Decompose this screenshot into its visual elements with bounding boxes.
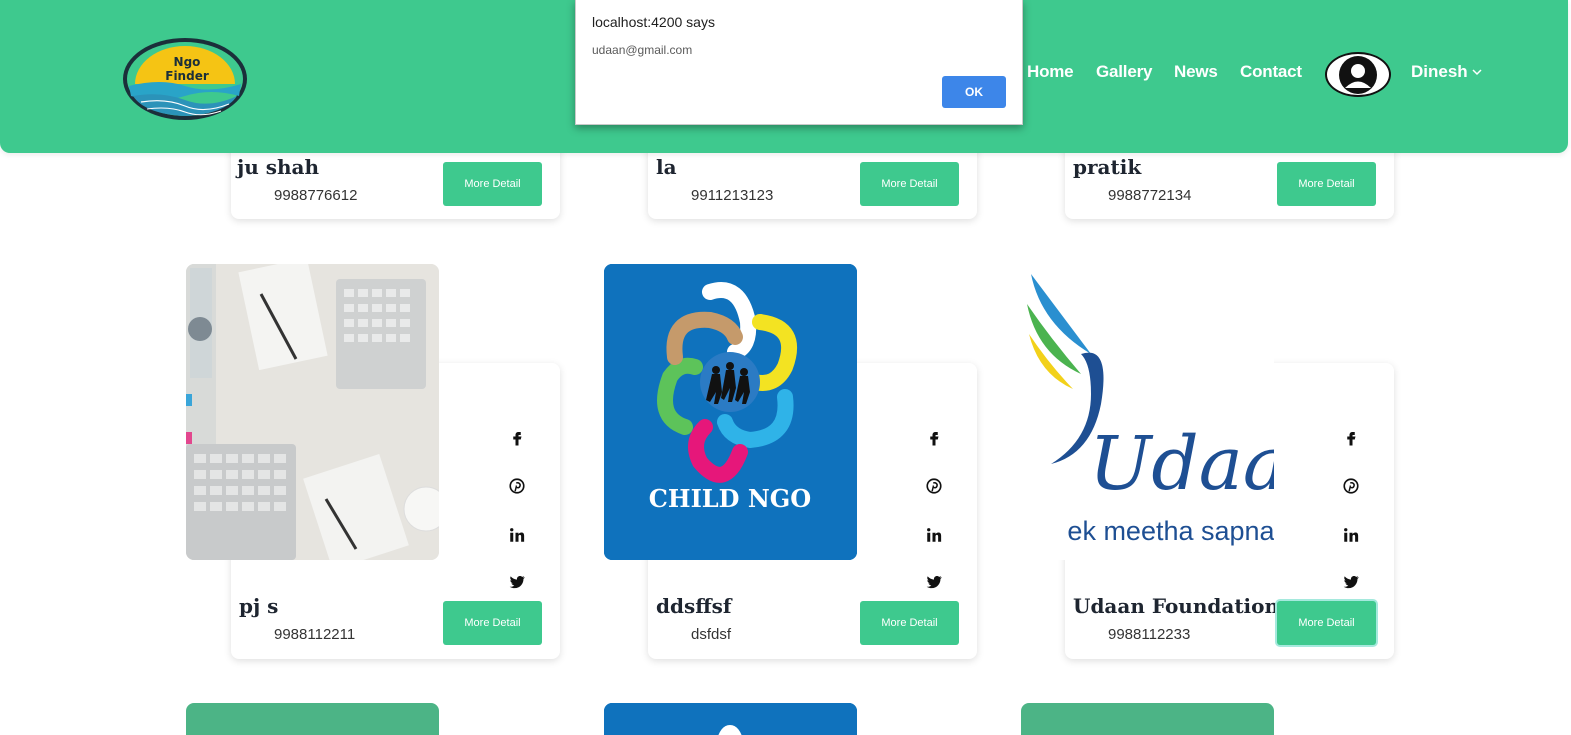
alert-ok-button[interactable]: OK [942, 76, 1006, 108]
child-ngo-logo-image: CHILD NGO [604, 264, 857, 560]
ngo-card-image[interactable] [186, 703, 439, 735]
ngo-card-name: la [656, 155, 677, 179]
user-name: Dinesh [1411, 62, 1468, 81]
ngo-card-image[interactable]: Udaan ek meetha sapna [1021, 264, 1274, 560]
ngo-card-name: Udaan Foundation [1073, 594, 1280, 618]
twitter-icon[interactable] [924, 572, 944, 592]
alert-title: localhost:4200 says [592, 14, 715, 30]
pinterest-icon[interactable] [924, 476, 944, 496]
ngo-card-phone: 9988112233 [1108, 626, 1191, 643]
child-ngo-logo-image [604, 703, 857, 735]
nav-contact[interactable]: Contact [1240, 62, 1302, 82]
ngo-card-name: ddsffsf [656, 594, 732, 618]
user-menu[interactable]: Dinesh [1411, 62, 1483, 82]
logo-text-finder: Finder [165, 69, 209, 83]
chevron-down-icon [1472, 69, 1482, 76]
twitter-icon[interactable] [1341, 572, 1361, 592]
ngo-card-image[interactable]: CHILD NGO [604, 264, 857, 560]
udaan-tagline-text: ek meetha sapna [1067, 516, 1274, 546]
linkedin-icon[interactable] [1341, 525, 1361, 545]
more-detail-button[interactable]: More Detail [443, 162, 542, 206]
alert-message: udaan@gmail.com [592, 43, 693, 57]
ngo-card-phone: dsfdsf [691, 626, 732, 643]
facebook-icon[interactable] [1341, 428, 1361, 448]
ngo-card-image[interactable] [186, 264, 439, 560]
ngo-card-image[interactable] [604, 703, 857, 735]
logo-text-ngo: Ngo [174, 55, 201, 69]
facebook-icon[interactable] [924, 428, 944, 448]
ngo-card-image[interactable] [1021, 703, 1274, 735]
ngo-card-name: pratik [1073, 155, 1142, 179]
child-ngo-text: CHILD NGO [649, 484, 811, 513]
linkedin-icon[interactable] [924, 525, 944, 545]
more-detail-button[interactable]: More Detail [443, 601, 542, 645]
nav-home[interactable]: Home [1027, 62, 1074, 82]
udaan-logo-image: Udaan ek meetha sapna [1021, 264, 1274, 560]
nav-news[interactable]: News [1174, 62, 1218, 82]
ngo-card-phone: 9988776612 [274, 187, 358, 204]
ngo-card-phone: 9988112211 [274, 626, 356, 643]
more-detail-button[interactable]: More Detail [1277, 162, 1376, 206]
more-detail-button[interactable]: More Detail [860, 162, 959, 206]
ngo-card-phone: 9988772134 [1108, 187, 1192, 204]
nav-gallery[interactable]: Gallery [1096, 62, 1152, 82]
ngo-card-name: pj s [239, 594, 279, 618]
ngo-card-phone: 9911213123 [691, 187, 774, 204]
linkedin-icon[interactable] [507, 525, 527, 545]
pinterest-icon[interactable] [1341, 476, 1361, 496]
ngo-finder-logo[interactable]: Ngo Finder [121, 36, 249, 122]
facebook-icon[interactable] [507, 428, 527, 448]
avatar[interactable] [1325, 52, 1391, 97]
udaan-title-text: Udaan [1089, 421, 1274, 507]
desk-photo-image [186, 264, 439, 560]
twitter-icon[interactable] [507, 572, 527, 592]
user-avatar-icon [1339, 55, 1377, 94]
ngo-card-name: ju shah [237, 155, 320, 179]
more-detail-button[interactable]: More Detail [860, 601, 959, 645]
more-detail-button[interactable]: More Detail [1277, 601, 1376, 645]
pinterest-icon[interactable] [507, 476, 527, 496]
